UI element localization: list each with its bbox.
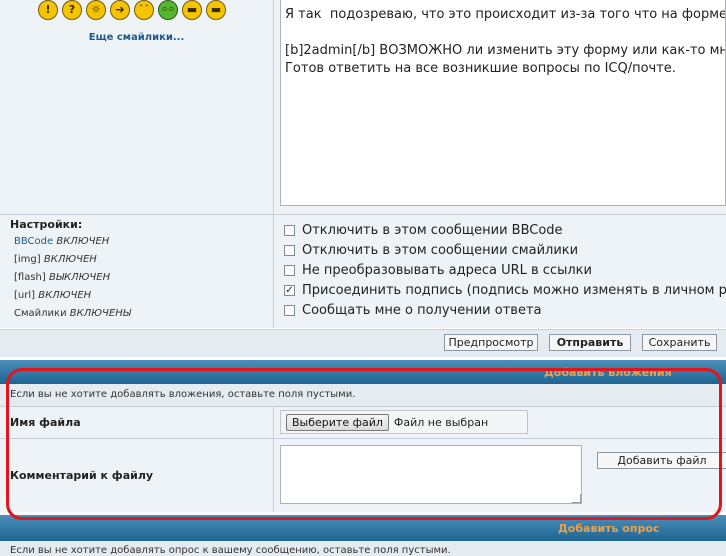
no-url-links-checkbox[interactable]: [284, 265, 295, 276]
option-disable-bbcode[interactable]: Отключить в этом сообщении BBCode: [284, 223, 563, 238]
file-input[interactable]: Выберите файл Файл не выбран: [280, 410, 528, 434]
disable-smilies-checkbox[interactable]: [284, 245, 295, 256]
message-line-1: Я так подозреваю, что это происходит из-…: [285, 7, 726, 22]
option-label: Отключить в этом сообщении BBCode: [302, 223, 563, 238]
option-notify-reply[interactable]: Сообщать мне о получении ответа: [284, 303, 542, 318]
option-label: Отключить в этом сообщении смайлики: [302, 243, 579, 258]
flash-state: ВЫКЛЮЧЕН: [48, 272, 111, 283]
option-attach-signature[interactable]: ✓ Присоединить подпись (подпись можно из…: [284, 283, 726, 298]
message-line-3: Готов ответить на все возникшие вопросы …: [285, 61, 676, 76]
poll-note-row: Если вы не хотите добавлять опрос к ваше…: [0, 541, 726, 556]
file-comment-textarea[interactable]: [280, 445, 582, 504]
option-no-url-links[interactable]: Не преобразовывать адреса URL в ссылки: [284, 263, 592, 278]
disable-bbcode-checkbox[interactable]: [284, 225, 295, 236]
resize-handle-icon[interactable]: [572, 494, 581, 503]
attach-signature-checkbox[interactable]: ✓: [284, 285, 295, 296]
smilies-state: ВКЛЮЧЕНЫ: [69, 308, 131, 319]
preview-button[interactable]: Предпросмотр: [444, 334, 538, 351]
save-button[interactable]: Сохранить: [642, 334, 717, 351]
cool-smiley-icon[interactable]: ▬: [182, 0, 202, 20]
attachments-note: Если вы не хотите добавлять вложения, ос…: [10, 389, 356, 400]
attachments-note-row: Если вы не хотите добавлять вложения, ос…: [0, 384, 726, 406]
message-textarea[interactable]: Я так подозреваю, что это происходит из-…: [280, 0, 726, 206]
add-file-button[interactable]: Добавить файл: [597, 452, 726, 469]
question-smiley-icon[interactable]: ?: [62, 0, 82, 20]
green-alien-smiley-icon[interactable]: ◦◦: [158, 0, 178, 20]
bbcode-state: ВКЛЮЧЕН: [56, 236, 110, 247]
notify-reply-checkbox[interactable]: [284, 305, 295, 316]
setting-smilies: Смайлики ВКЛЮЧЕНЫ: [14, 308, 131, 319]
settings-title: Настройки:: [10, 218, 83, 231]
smilies-name: Смайлики: [14, 308, 67, 319]
neutral-smiley-icon[interactable]: ˙˙: [134, 0, 154, 20]
poll-header: Добавить опрос: [558, 522, 660, 535]
comment-label: Комментарий к файлу: [10, 469, 154, 482]
message-line-2: [b]2admin[/b] ВОЗМОЖНО ли изменить эту ф…: [285, 43, 726, 58]
cool-mustache-smiley-icon[interactable]: ▬: [206, 0, 226, 20]
exclamation-smiley-icon[interactable]: !: [38, 0, 58, 20]
option-label: Не преобразовывать адреса URL в ссылки: [302, 263, 592, 278]
url-state: ВКЛЮЧЕН: [38, 290, 92, 301]
submit-button[interactable]: Отправить: [549, 334, 631, 351]
url-name: [url]: [14, 290, 36, 301]
setting-flash: [flash] ВЫКЛЮЧЕН: [14, 272, 110, 283]
idea-smiley-icon[interactable]: ☼: [86, 0, 106, 20]
option-label: Сообщать мне о получении ответа: [302, 303, 542, 318]
attachments-header: Добавить вложения: [544, 366, 672, 379]
attachments-header-bar: Добавить вложения: [0, 360, 726, 384]
poll-note: Если вы не хотите добавлять опрос к ваше…: [10, 545, 451, 556]
poll-header-bar: Добавить опрос: [0, 515, 726, 541]
filename-label: Имя файла: [10, 416, 81, 429]
img-state: ВКЛЮЧЕН: [43, 254, 97, 265]
more-smileys-link[interactable]: Еще смайлики...: [0, 32, 273, 43]
no-file-text: Файл не выбран: [393, 415, 489, 429]
flash-name: [flash]: [14, 272, 46, 283]
option-disable-smilies[interactable]: Отключить в этом сообщении смайлики: [284, 243, 578, 258]
setting-img: [img] ВКЛЮЧЕН: [14, 254, 97, 265]
choose-file-button[interactable]: Выберите файл: [286, 413, 389, 431]
setting-url: [url] ВКЛЮЧЕН: [14, 290, 91, 301]
img-name: [img]: [14, 254, 41, 265]
bbcode-link[interactable]: BBCode: [14, 236, 53, 247]
arrow-smiley-icon[interactable]: ➜: [110, 0, 130, 20]
smiley-list: ! ? ☼ ➜ ˙˙ ◦◦ ▬ ▬: [38, 0, 226, 22]
option-label: Присоединить подпись (подпись можно изме…: [302, 283, 726, 298]
setting-bbcode: BBCode ВКЛЮЧЕН: [14, 236, 109, 247]
